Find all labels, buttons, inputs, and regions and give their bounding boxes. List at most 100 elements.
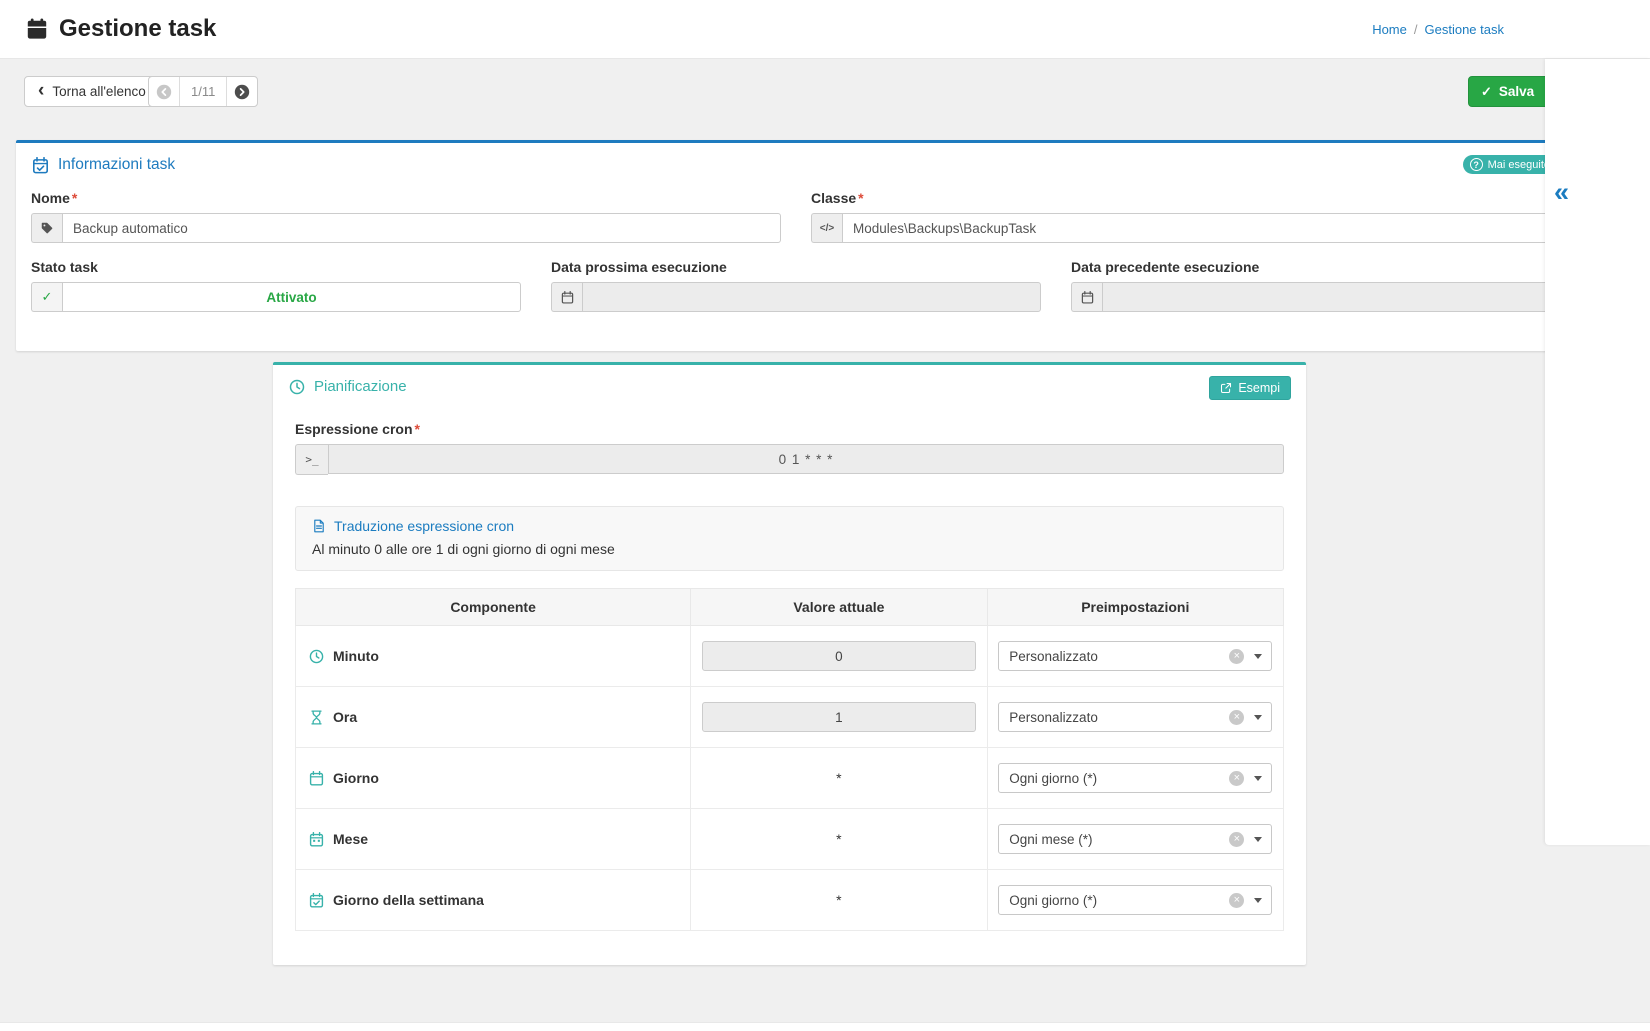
table-row-ora: Ora Personalizzato × xyxy=(296,687,1284,748)
ora-value-input[interactable] xyxy=(702,702,976,732)
back-button-label: Torna all'elenco xyxy=(52,84,145,99)
column-header-componente: Componente xyxy=(296,589,691,626)
calendar-check-icon xyxy=(32,157,49,174)
task-info-panel-header: Informazioni task ? Mai eseguito xyxy=(16,143,1576,174)
preset-selected-value: Ogni mese (*) xyxy=(1009,832,1229,847)
minuto-value-input[interactable] xyxy=(702,641,976,671)
preset-selected-value: Ogni giorno (*) xyxy=(1009,771,1229,786)
app-header: Gestione task Home / Gestione task xyxy=(0,0,1650,59)
collapse-left-icon[interactable]: « xyxy=(1554,179,1569,206)
cron-translation-text: Al minuto 0 alle ore 1 di ogni giorno di… xyxy=(312,541,1267,557)
table-row-mese: Mese * Ogni mese (*) × xyxy=(296,809,1284,870)
classe-input[interactable] xyxy=(842,213,1561,243)
task-info-title-text: Informazioni task xyxy=(58,156,175,174)
preset-selected-value: Personalizzato xyxy=(1009,710,1229,725)
table-header-row: Componente Valore attuale Preimpostazion… xyxy=(296,589,1284,626)
caret-down-icon xyxy=(1254,776,1262,781)
arrow-circle-right-icon xyxy=(234,84,250,100)
calendar-icon xyxy=(309,771,324,786)
pager-count: 1/11 xyxy=(179,77,226,106)
calendar-icon xyxy=(26,18,48,40)
minuto-preset-select[interactable]: Personalizzato × xyxy=(998,641,1272,671)
cron-expression-label: Espressione cron* xyxy=(295,421,1284,437)
schedule-panel-header: Pianificazione Esempi xyxy=(273,365,1306,395)
right-side-panel: « xyxy=(1545,59,1650,845)
back-to-list-button[interactable]: ‹ Torna all'elenco xyxy=(24,76,160,107)
table-row-giorno-settimana: Giorno della settimana * Ogni giorno (*)… xyxy=(296,870,1284,931)
cron-components-table: Componente Valore attuale Preimpostazion… xyxy=(295,588,1284,931)
data-prossima-input[interactable] xyxy=(582,282,1041,312)
giorno-preset-select[interactable]: Ogni giorno (*) × xyxy=(998,763,1272,793)
classe-label: Classe* xyxy=(811,190,1561,206)
caret-down-icon xyxy=(1254,715,1262,720)
question-circle-icon: ? xyxy=(1470,158,1483,171)
examples-button-label: Esempi xyxy=(1238,381,1280,395)
schedule-panel-body: Espressione cron* >_ Traduzione espressi… xyxy=(273,395,1306,931)
giorno-settimana-preset-select[interactable]: Ogni giorno (*) × xyxy=(998,885,1272,915)
data-prossima-label: Data prossima esecuzione xyxy=(551,259,1041,275)
pager-prev-button[interactable] xyxy=(149,77,179,106)
clear-selection-icon[interactable]: × xyxy=(1229,649,1244,664)
column-header-preimpostazioni: Preimpostazioni xyxy=(987,589,1283,626)
calendar-icon xyxy=(551,282,582,312)
classe-field-group: </> xyxy=(811,213,1561,243)
clock-icon xyxy=(309,649,324,664)
clear-selection-icon[interactable]: × xyxy=(1229,832,1244,847)
external-link-icon xyxy=(1220,382,1232,394)
code-icon: </> xyxy=(811,213,842,243)
ora-preset-select[interactable]: Personalizzato × xyxy=(998,702,1272,732)
hourglass-icon xyxy=(309,710,324,725)
cron-translation-box: Traduzione espressione cron Al minuto 0 … xyxy=(295,506,1284,571)
chevron-left-icon: ‹ xyxy=(38,81,44,100)
component-label: Giorno xyxy=(309,770,689,786)
nome-label: Nome* xyxy=(31,190,781,206)
caret-down-icon xyxy=(1254,898,1262,903)
calendar-alt-icon xyxy=(309,832,324,847)
cron-expression-group: >_ xyxy=(295,444,1284,475)
stato-task-label: Stato task xyxy=(31,259,521,275)
data-precedente-group xyxy=(1071,282,1561,312)
file-text-icon xyxy=(312,519,326,533)
breadcrumb-home-link[interactable]: Home xyxy=(1372,22,1407,37)
task-info-panel-title: Informazioni task xyxy=(32,156,1560,174)
schedule-panel-title: Pianificazione xyxy=(289,378,1290,395)
check-icon: ✓ xyxy=(31,282,62,312)
preset-selected-value: Ogni giorno (*) xyxy=(1009,893,1229,908)
clear-selection-icon[interactable]: × xyxy=(1229,710,1244,725)
data-precedente-label: Data precedente esecuzione xyxy=(1071,259,1561,275)
page-title-wrap: Gestione task xyxy=(26,15,216,43)
clock-icon xyxy=(289,379,305,395)
table-row-minuto: Minuto Personalizzato × xyxy=(296,626,1284,687)
nome-field-group xyxy=(31,213,781,243)
examples-button[interactable]: Esempi xyxy=(1209,376,1291,400)
preset-selected-value: Personalizzato xyxy=(1009,649,1229,664)
stato-task-input[interactable] xyxy=(62,282,521,312)
caret-down-icon xyxy=(1254,654,1262,659)
giorno-value-text: * xyxy=(836,770,841,786)
clear-selection-icon[interactable]: × xyxy=(1229,771,1244,786)
pager-next-button[interactable] xyxy=(226,77,257,106)
component-label: Giorno della settimana xyxy=(309,892,689,908)
breadcrumb-current-link[interactable]: Gestione task xyxy=(1425,22,1505,37)
calendar-check-icon xyxy=(309,893,324,908)
stato-task-group: ✓ xyxy=(31,282,521,312)
column-header-valore-attuale: Valore attuale xyxy=(691,589,987,626)
clear-selection-icon[interactable]: × xyxy=(1229,893,1244,908)
breadcrumb: Home / Gestione task xyxy=(1372,22,1504,37)
component-label: Mese xyxy=(309,831,689,847)
schedule-panel: Pianificazione Esempi Espressione cron* … xyxy=(273,362,1306,965)
terminal-icon: >_ xyxy=(295,444,328,475)
caret-down-icon xyxy=(1254,837,1262,842)
cron-translation-title: Traduzione espressione cron xyxy=(312,518,1267,534)
task-info-body: Nome* Classe* </> Stato task xyxy=(16,174,1576,312)
breadcrumb-separator: / xyxy=(1414,22,1418,37)
arrow-circle-left-icon xyxy=(156,84,172,100)
nome-input[interactable] xyxy=(62,213,781,243)
data-precedente-input[interactable] xyxy=(1102,282,1561,312)
footer xyxy=(0,1022,1650,1031)
mese-preset-select[interactable]: Ogni mese (*) × xyxy=(998,824,1272,854)
mese-value-text: * xyxy=(836,831,841,847)
table-row-giorno: Giorno * Ogni giorno (*) × xyxy=(296,748,1284,809)
cron-expression-input[interactable] xyxy=(328,444,1284,474)
required-asterisk: * xyxy=(415,421,420,437)
